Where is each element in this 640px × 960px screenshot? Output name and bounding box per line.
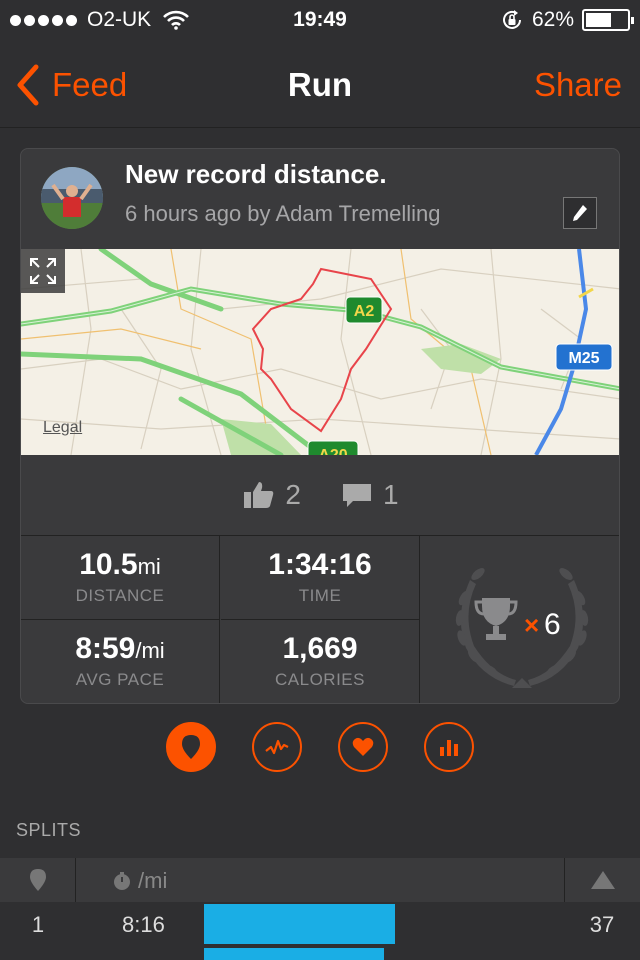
split-number: 2 xyxy=(0,956,76,960)
edit-button[interactable] xyxy=(563,197,597,229)
split-pace-bar xyxy=(204,948,384,960)
stat-pace-value: 8:59/mi xyxy=(21,632,219,666)
svg-text:M25: M25 xyxy=(568,350,599,367)
activity-title[interactable]: New record distance. xyxy=(125,159,387,190)
split-row: 1 8:16 37 xyxy=(0,902,640,946)
stat-pace: 8:59/mi AVG PACE xyxy=(21,620,220,703)
pace-header: /mi xyxy=(112,868,167,894)
bar-chart-icon xyxy=(440,740,458,756)
social-bar: 2 1 xyxy=(21,455,619,535)
battery-icon xyxy=(582,9,634,31)
calories-value: 1,669 xyxy=(282,632,358,665)
distance-unit: mi xyxy=(137,554,161,579)
svg-text:A2: A2 xyxy=(354,303,375,320)
detail-tabs xyxy=(0,722,640,774)
trophy-count: 6 xyxy=(544,608,561,641)
stats-grid: 10.5mi DISTANCE 1:34:16 TIME 8:59/mi AVG… xyxy=(21,535,619,703)
tab-map[interactable] xyxy=(166,722,216,772)
rotation-lock-icon xyxy=(502,10,521,29)
activity-meta: 6 hours ago by Adam Tremelling xyxy=(125,201,441,226)
pace-unit: /mi xyxy=(135,638,165,663)
calories-label: CALORIES xyxy=(275,670,365,689)
battery-fill xyxy=(586,13,611,27)
tab-analysis[interactable] xyxy=(424,722,474,772)
stopwatch-icon xyxy=(114,872,130,890)
time-value: 1:34:16 xyxy=(268,548,372,581)
route-line xyxy=(251,267,393,433)
split-row: 2 8:31 37 xyxy=(0,946,640,960)
route-map[interactable]: A2 M25 A20 Legal xyxy=(21,249,619,455)
trophy-multiplier: × xyxy=(524,610,539,640)
map-canvas: A2 M25 A20 xyxy=(21,249,619,455)
pace-value: 8:59 xyxy=(75,632,136,665)
stat-distance: 10.5mi DISTANCE xyxy=(21,536,220,620)
time-label: TIME xyxy=(298,586,342,605)
tab-pace[interactable] xyxy=(252,722,302,772)
status-bar: O2-UK 19:49 62% xyxy=(0,0,640,40)
pace-label: AVG PACE xyxy=(75,670,165,689)
elevation-triangle-icon xyxy=(591,871,615,889)
stat-calories-value: 1,669 xyxy=(221,632,419,666)
stat-time-value: 1:34:16 xyxy=(221,548,419,582)
heart-icon xyxy=(352,737,374,756)
split-elevation: 37 xyxy=(589,912,615,937)
legal-link[interactable]: Legal xyxy=(43,419,82,437)
status-right: 62% xyxy=(500,8,634,32)
kudos-button[interactable]: 2 xyxy=(243,479,301,511)
achievements-badge[interactable]: × 6 xyxy=(422,536,619,703)
share-button[interactable]: Share xyxy=(534,66,622,104)
map-pin-icon xyxy=(30,869,46,891)
expand-icon xyxy=(30,258,56,284)
thumbs-up-icon xyxy=(244,482,274,508)
stat-calories: 1,669 CALORIES xyxy=(221,620,420,703)
split-elevation: 37 xyxy=(564,956,640,960)
map-pin-icon xyxy=(182,735,200,759)
avatar[interactable] xyxy=(41,167,103,229)
expand-map-button[interactable] xyxy=(21,249,65,293)
laurel-trophy-icon: × 6 xyxy=(455,568,588,688)
avatar-photo xyxy=(41,167,103,229)
road-sign-m25: M25 xyxy=(555,343,613,371)
distance-label: DISTANCE xyxy=(75,586,165,605)
comment-button[interactable]: 1 xyxy=(341,479,399,511)
road-sign-a2: A2 xyxy=(345,296,383,324)
splits-header: /mi xyxy=(0,858,640,960)
road-sign-a20: A20 xyxy=(307,440,359,455)
battery-percent: 62% xyxy=(531,8,574,31)
splits-title: SPLITS xyxy=(16,820,82,840)
split-number: 1 xyxy=(31,912,45,937)
pace-chart-icon xyxy=(265,739,289,755)
activity-card: New record distance. 6 hours ago by Adam… xyxy=(20,148,620,704)
distance-value: 10.5 xyxy=(79,548,138,581)
comment-icon xyxy=(343,484,371,507)
split-pace-bar xyxy=(204,904,395,944)
pace-header-unit: /mi xyxy=(138,868,168,893)
split-pace: 8:16 xyxy=(122,912,165,937)
split-pace: 8:31 xyxy=(122,956,165,960)
kudos-count: 2 xyxy=(285,479,301,510)
stat-time: 1:34:16 TIME xyxy=(221,536,420,620)
svg-text:A20: A20 xyxy=(318,447,347,455)
stat-distance-value: 10.5mi xyxy=(21,548,219,582)
tab-heart-rate[interactable] xyxy=(338,722,388,772)
nav-bar: Feed Run Share xyxy=(0,40,640,128)
comment-count: 1 xyxy=(383,479,399,510)
pencil-icon xyxy=(573,205,587,221)
